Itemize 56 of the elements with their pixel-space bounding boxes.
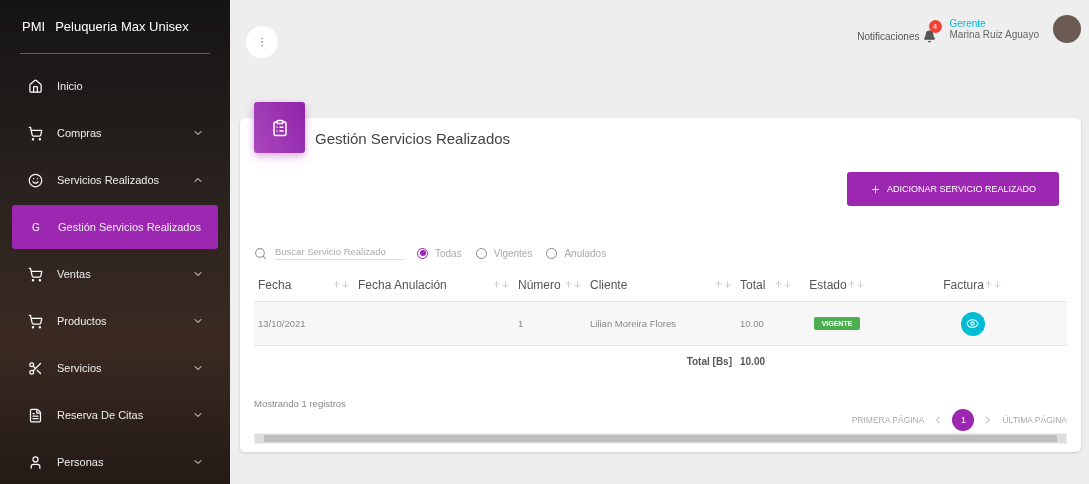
user-name: Marina Ruiz Aguayo xyxy=(949,28,1039,40)
bell-icon[interactable] xyxy=(922,30,936,43)
column-header[interactable]: Estado xyxy=(809,277,847,292)
record-count: Mostrando 1 registros xyxy=(254,398,347,409)
table-cell: 13/10/2021 xyxy=(258,318,306,329)
search-icon xyxy=(254,246,267,260)
table-cell: 10.00 xyxy=(740,318,764,329)
total-value: 10.00 xyxy=(740,355,766,367)
horizontal-scrollbar[interactable] xyxy=(254,433,1067,444)
cart-icon xyxy=(28,313,43,329)
cart-icon xyxy=(28,266,43,282)
sidebar-item[interactable]: Compras xyxy=(12,111,218,155)
sort-icon[interactable] xyxy=(714,280,732,289)
sidebar-item[interactable]: Servicios Realizados xyxy=(12,158,218,202)
person-icon xyxy=(28,454,43,470)
card-title: Gestión Servicios Realizados xyxy=(315,130,511,147)
table-cell: 1 xyxy=(518,318,524,329)
eye-icon xyxy=(966,317,979,330)
list-icon xyxy=(28,407,43,423)
avatar-placeholder[interactable] xyxy=(1053,14,1081,43)
column-header[interactable]: Total xyxy=(740,277,766,292)
sidebar-item[interactable]: Inicio xyxy=(12,64,218,108)
column-header[interactable]: Factura xyxy=(943,277,984,292)
sidebar-item[interactable]: Servicios xyxy=(12,346,218,390)
page-button[interactable]: 1 xyxy=(952,409,975,431)
sidebar-item[interactable]: Personas xyxy=(12,440,218,484)
total-label: Total [Bs] xyxy=(686,355,732,367)
scissors-icon xyxy=(28,360,43,376)
plus-icon xyxy=(870,183,882,195)
sort-icon[interactable] xyxy=(983,280,1002,289)
sort-icon[interactable] xyxy=(492,280,510,289)
table-cell: Lilian Moreira Flores xyxy=(590,318,677,329)
brand-logo: PMI xyxy=(22,19,46,34)
sort-icon[interactable] xyxy=(774,280,792,289)
column-header[interactable]: Fecha xyxy=(258,277,292,292)
sidebar-item[interactable]: G Gestión Servicios Realizados xyxy=(12,205,218,249)
column-header[interactable]: Cliente xyxy=(590,277,628,292)
column-header[interactable]: Número xyxy=(518,277,561,292)
search-field[interactable]: Buscar Servicio Realizado xyxy=(275,246,403,260)
house-icon xyxy=(28,78,43,94)
brand-name: Peluqueria Max Unisex xyxy=(55,19,189,34)
sort-icon[interactable] xyxy=(846,280,865,289)
sort-icon[interactable] xyxy=(564,280,582,289)
sidebar-item[interactable]: Reserva De Citas xyxy=(12,393,218,437)
user-role: Gerente xyxy=(949,17,987,29)
sidebar-item[interactable]: Productos xyxy=(12,299,218,343)
view-button[interactable] xyxy=(960,311,985,336)
notifications-label[interactable]: Notificaciones xyxy=(857,31,920,42)
cart-icon xyxy=(28,125,43,141)
sort-icon[interactable] xyxy=(332,280,350,289)
menu-button[interactable] xyxy=(246,26,278,58)
notification-count: 4 xyxy=(928,20,942,33)
column-header[interactable]: Fecha Anulación xyxy=(358,277,447,292)
smiley-icon xyxy=(28,172,43,188)
add-button[interactable]: ADICIONAR SERVICIO REALIZADO xyxy=(847,172,1059,206)
sidebar-item[interactable]: Ventas xyxy=(12,252,218,296)
